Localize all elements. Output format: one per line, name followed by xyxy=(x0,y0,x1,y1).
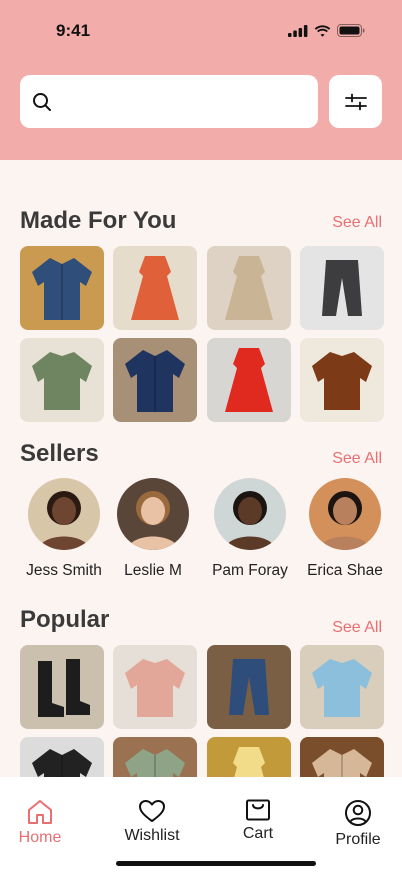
pink-blouse-icon xyxy=(125,659,186,717)
popular-item-black-boots[interactable] xyxy=(20,645,104,729)
made-for-you-item-brown-sweater[interactable] xyxy=(299,338,384,422)
seller-name: Erica Shae xyxy=(307,562,383,579)
bag-icon xyxy=(246,799,270,821)
filter-button[interactable] xyxy=(329,75,382,128)
header: 9:41 xyxy=(0,0,402,160)
seller-name: Jess Smith xyxy=(26,562,102,579)
wifi-icon xyxy=(314,24,331,37)
seller-name: Pam Foray xyxy=(212,562,288,579)
status-icons xyxy=(288,24,365,37)
popular-title: Popular xyxy=(20,606,110,633)
seller-card[interactable]: Jess Smith xyxy=(14,478,114,580)
seller-card[interactable]: Erica Shae xyxy=(295,478,395,580)
navy-blazer-icon xyxy=(125,350,186,412)
tab-bar: Home Wishlist Cart Profile xyxy=(0,777,402,874)
avatar xyxy=(28,478,100,550)
search-bar[interactable] xyxy=(20,75,318,128)
denim-capris-icon xyxy=(228,659,269,715)
tab-home[interactable]: Home xyxy=(0,799,80,847)
tab-wishlist-label: Wishlist xyxy=(124,827,180,844)
seller-card[interactable]: Pam Foray xyxy=(200,478,300,580)
gray-trousers-icon xyxy=(321,260,362,316)
made-for-you-title: Made For You xyxy=(20,207,177,234)
tab-wishlist[interactable]: Wishlist xyxy=(112,799,192,845)
made-for-you-grid xyxy=(20,246,384,422)
floral-dress-icon xyxy=(131,256,180,320)
search-icon xyxy=(33,92,51,111)
popular-see-all-link[interactable]: See All xyxy=(332,619,382,637)
made-for-you-item-blue-quilted-jacket[interactable] xyxy=(20,246,104,330)
signal-icon xyxy=(288,24,308,37)
green-sweater-icon xyxy=(32,352,92,410)
avatar xyxy=(309,478,381,550)
tab-cart-label: Cart xyxy=(242,825,274,842)
heart-icon xyxy=(139,800,165,822)
home-indicator xyxy=(116,861,316,866)
home-icon xyxy=(28,800,52,824)
red-dress-icon xyxy=(224,348,273,412)
made-for-you-item-beige-dress[interactable] xyxy=(206,246,291,330)
search-input[interactable] xyxy=(60,75,318,128)
made-for-you-item-floral-dress[interactable] xyxy=(113,246,198,330)
seller-card[interactable]: Leslie M xyxy=(103,478,203,580)
blue-knit-sweater-icon xyxy=(311,659,372,717)
made-for-you-item-red-dress[interactable] xyxy=(206,338,291,422)
status-time: 9:41 xyxy=(56,21,91,40)
tab-profile[interactable]: Profile xyxy=(318,799,398,849)
battery-icon xyxy=(337,24,365,37)
brown-sweater-icon xyxy=(311,352,372,410)
popular-item-blue-knit-sweater[interactable] xyxy=(299,645,384,729)
made-for-you-see-all-link[interactable]: See All xyxy=(332,214,382,232)
popular-item-denim-capris[interactable] xyxy=(206,645,291,729)
tab-cart[interactable]: Cart xyxy=(218,799,298,843)
popular-item-pink-blouse[interactable] xyxy=(113,645,198,729)
sliders-icon xyxy=(344,93,367,110)
tab-home-label: Home xyxy=(18,829,62,846)
beige-dress-icon xyxy=(224,256,273,320)
sellers-title: Sellers xyxy=(20,440,99,467)
seller-name: Leslie M xyxy=(124,562,182,579)
avatar xyxy=(117,478,189,550)
made-for-you-item-navy-blazer[interactable] xyxy=(113,338,198,422)
profile-icon xyxy=(345,800,371,826)
black-boots-icon xyxy=(38,659,90,717)
tab-profile-label: Profile xyxy=(335,831,381,848)
sellers-see-all-link[interactable]: See All xyxy=(332,450,382,468)
made-for-you-item-gray-trousers[interactable] xyxy=(299,246,384,330)
blue-quilted-jacket-icon xyxy=(32,258,92,320)
made-for-you-item-green-sweater[interactable] xyxy=(20,338,104,422)
avatar xyxy=(214,478,286,550)
